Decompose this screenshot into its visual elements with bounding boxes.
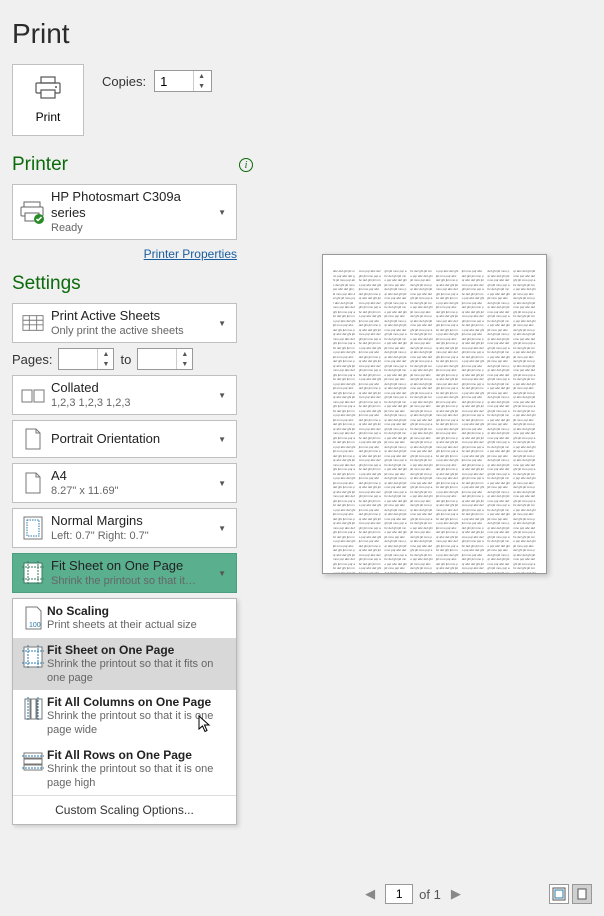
print-preview-page: abc def ghi jkl mno pqr abc def ghi jkl … bbox=[322, 254, 547, 574]
chevron-down-icon: ▼ bbox=[214, 435, 230, 444]
prev-page-button[interactable]: ◀ bbox=[361, 886, 379, 902]
printer-properties-link[interactable]: Printer Properties bbox=[144, 247, 237, 261]
printer-info-icon[interactable]: i bbox=[239, 158, 253, 172]
printer-icon bbox=[34, 76, 62, 104]
custom-scaling-link[interactable]: Custom Scaling Options... bbox=[13, 795, 236, 824]
chevron-down-icon: ▼ bbox=[214, 479, 230, 488]
scaling-option-fit-sheet[interactable]: Fit Sheet on One Page Shrink the printou… bbox=[13, 638, 236, 691]
pages-to-label: to bbox=[120, 352, 131, 367]
printer-status-icon bbox=[19, 198, 47, 226]
scaling-menu: 100 No Scaling Print sheets at their act… bbox=[12, 598, 237, 825]
sheets-icon bbox=[19, 309, 47, 337]
preview-content: abc def ghi jkl mno pqr abc def ghi jkl … bbox=[333, 269, 536, 574]
chevron-down-icon: ▼ bbox=[214, 524, 230, 533]
chevron-down-icon: ▼ bbox=[214, 208, 230, 217]
page-icon bbox=[19, 469, 47, 497]
fit-columns-icon bbox=[19, 695, 47, 721]
copies-input[interactable] bbox=[155, 74, 193, 89]
next-page-button[interactable]: ▶ bbox=[447, 886, 465, 902]
margins-selector[interactable]: Normal Margins Left: 0.7" Right: 0.7" ▼ bbox=[12, 508, 237, 548]
print-preview-panel: abc def ghi jkl mno pqr abc def ghi jkl … bbox=[265, 64, 604, 916]
copies-up[interactable]: ▲ bbox=[194, 71, 209, 81]
printer-name: HP Photosmart C309a series bbox=[51, 189, 214, 222]
pages-to-stepper[interactable]: ▲▼ bbox=[137, 348, 193, 370]
fit-page-icon bbox=[19, 559, 47, 587]
scaling-option-no-scaling[interactable]: 100 No Scaling Print sheets at their act… bbox=[13, 599, 236, 637]
zoom-to-page-button[interactable] bbox=[572, 884, 592, 904]
chevron-down-icon: ▼ bbox=[214, 391, 230, 400]
pages-from-stepper[interactable]: ▲▼ bbox=[58, 348, 114, 370]
scaling-option-fit-rows[interactable]: Fit All Rows on One Page Shrink the prin… bbox=[13, 743, 236, 796]
no-scaling-icon: 100 bbox=[19, 604, 47, 630]
paper-size-selector[interactable]: A4 8.27" x 11.69" ▼ bbox=[12, 463, 237, 503]
settings-section-header: Settings bbox=[12, 273, 253, 295]
chevron-down-icon: ▼ bbox=[214, 569, 230, 578]
page-count-label: of 1 bbox=[419, 887, 441, 902]
margins-icon bbox=[19, 514, 47, 542]
collation-selector[interactable]: Collated 1,2,3 1,2,3 1,2,3 ▼ bbox=[12, 375, 237, 415]
svg-text:100: 100 bbox=[29, 622, 41, 629]
pages-to-input[interactable] bbox=[138, 352, 176, 367]
show-margins-button[interactable] bbox=[549, 884, 569, 904]
scaling-selector[interactable]: Fit Sheet on One Page Shrink the printou… bbox=[12, 553, 237, 593]
fit-rows-icon bbox=[19, 748, 47, 774]
copies-label: Copies: bbox=[102, 74, 146, 89]
print-what-selector[interactable]: Print Active Sheets Only print the activ… bbox=[12, 303, 237, 343]
print-button[interactable]: Print bbox=[12, 64, 84, 136]
portrait-icon bbox=[19, 425, 47, 453]
pages-label: Pages: bbox=[12, 352, 52, 367]
collated-icon bbox=[19, 381, 47, 409]
print-settings-panel: Print Copies: ▲▼ Printer i HP Photosmart… bbox=[0, 64, 265, 916]
printer-status: Ready bbox=[51, 222, 214, 236]
scaling-option-fit-columns[interactable]: Fit All Columns on One Page Shrink the p… bbox=[13, 690, 236, 743]
pages-from-input[interactable] bbox=[59, 352, 97, 367]
print-button-label: Print bbox=[36, 110, 61, 124]
page-title: Print bbox=[0, 0, 604, 64]
fit-sheet-icon bbox=[19, 643, 47, 669]
chevron-down-icon: ▼ bbox=[214, 319, 230, 328]
orientation-selector[interactable]: Portrait Orientation ▼ bbox=[12, 420, 237, 458]
copies-down[interactable]: ▼ bbox=[194, 81, 209, 91]
page-number-input[interactable] bbox=[385, 884, 413, 904]
copies-stepper[interactable]: ▲▼ bbox=[154, 70, 212, 92]
printer-section-header: Printer i bbox=[12, 154, 253, 176]
printer-selector[interactable]: HP Photosmart C309a series Ready ▼ bbox=[12, 184, 237, 240]
